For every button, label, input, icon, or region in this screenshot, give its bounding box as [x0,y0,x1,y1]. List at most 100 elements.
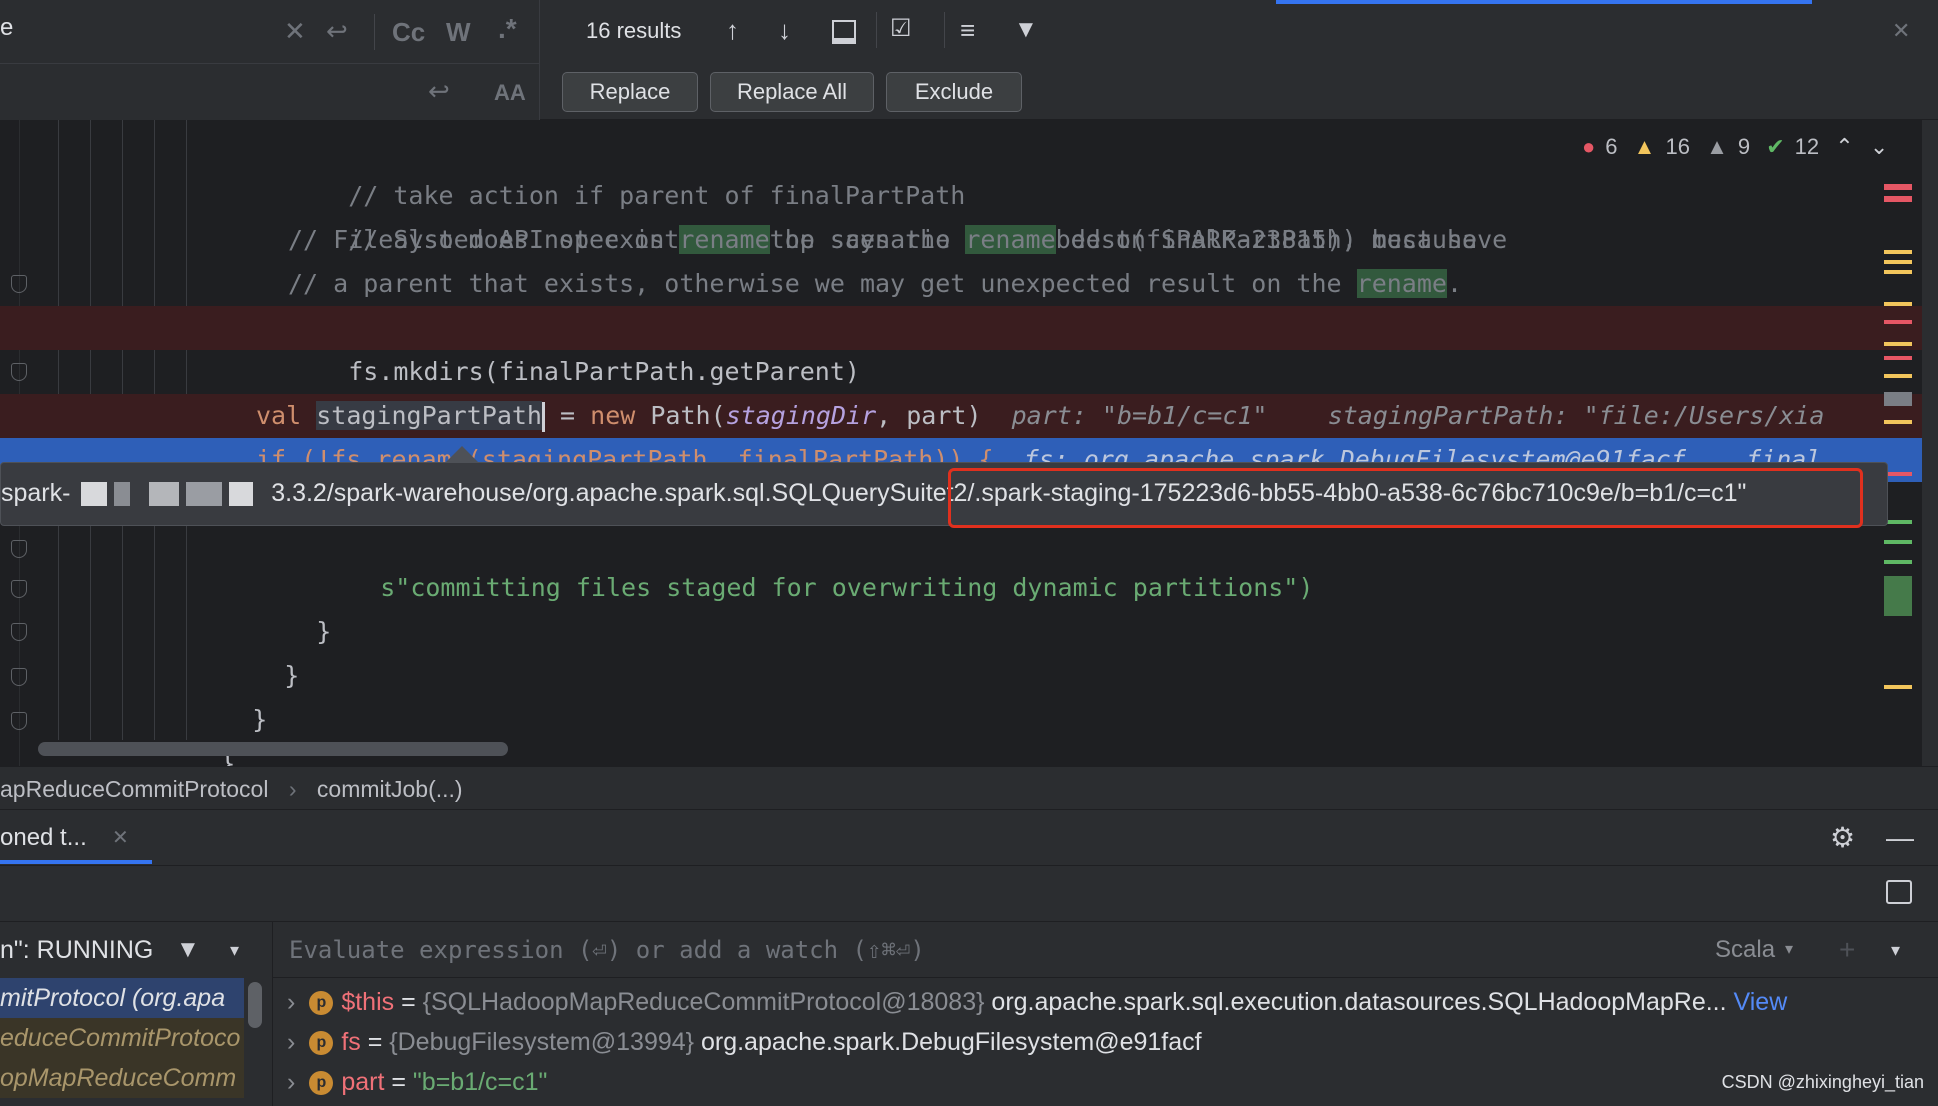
chevron-up-icon[interactable]: ⌃ [1835,134,1853,159]
inspection-widget[interactable]: ● 6 ▲ 16 ▲ 9 ✔ 12 ⌃ ⌄ [1582,130,1898,164]
variable-row[interactable]: › p part = "b=b1/c=c1" [273,1062,1938,1102]
error-stripe-mark[interactable] [1884,320,1912,324]
variable-name: fs [341,1028,361,1056]
chevron-down-icon: ▾ [1785,941,1794,958]
search-input[interactable]: e ✕ ↩ Cc W .* [0,0,540,64]
code-operator: = [545,401,591,430]
warning-stripe-mark[interactable] [1884,374,1912,378]
add-watch-icon[interactable]: + [1839,922,1855,978]
variable-row[interactable]: › p $this = {SQLHadoopMapReduceCommitProto… [273,982,1938,1022]
search-match: rename [965,225,1056,254]
frames-list[interactable]: mitProtocol (org.apa educeCommitProtoco … [0,978,272,1106]
warning-stripe-mark[interactable] [1884,302,1912,306]
code-comment: dest(finalPartPath) must have [1055,225,1508,254]
frames-scrollbar[interactable] [248,982,262,1028]
close-tab-icon[interactable]: ✕ [112,810,129,866]
thread-selector[interactable]: n": RUNNING ▼ ▾ [0,922,272,978]
search-input-text: e [0,14,14,41]
breadcrumb-class[interactable]: apReduceCommitProtocol [0,776,268,802]
separator [944,12,945,48]
redacted-block [186,482,223,507]
code-line-breakpoint: val stagingPartPath = new Path(stagingDi… [0,394,1922,438]
evaluate-expression-input[interactable]: Evaluate expression (⏎) or add a watch (… [289,922,925,978]
warning-stripe-mark[interactable] [1884,420,1912,424]
clear-search-icon[interactable]: ✕ [284,16,306,46]
warning-stripe-mark[interactable] [1884,270,1912,274]
progress-indicator [1276,0,1812,4]
code-call: Path( [635,401,726,430]
new-line-icon[interactable]: ↩ [326,16,348,46]
funnel-icon[interactable]: ▼ [1014,15,1038,45]
preserve-case-icon[interactable]: AA [494,78,526,108]
weak-warning-icon: ▲ [1706,134,1728,159]
debug-session-tab[interactable]: oned t... [0,810,87,866]
horizontal-scrollbar-thumb[interactable] [38,742,508,756]
breadcrumb-method[interactable]: commitJob(...) [317,776,463,802]
code-line: // FileSystem API spec on rename op says… [0,218,1922,262]
match-case-icon[interactable]: Cc [392,17,425,47]
checkmark-icon: ✔ [1766,134,1785,159]
error-stripe-mark[interactable] [1884,196,1912,202]
warning-stripe-mark[interactable] [1884,260,1912,264]
previous-occurrence-icon[interactable]: ↑ [726,15,739,45]
equals-sign: = [394,988,423,1016]
regex-icon[interactable]: .* [498,14,517,44]
watermark: CSDN @zhixingheyi_tian [1721,1072,1924,1092]
tooltip-path: 3.3.2/spark-warehouse/org.apache.spark.s… [271,479,947,507]
filter-search-results-icon[interactable] [832,20,856,44]
next-occurrence-icon[interactable]: ↓ [778,15,791,45]
error-stripe-mark[interactable] [1884,356,1912,360]
frame-item[interactable]: opMapReduceComm [0,1058,244,1098]
dropdown-icon[interactable]: ▾ [230,922,239,978]
words-icon[interactable]: W [446,17,471,47]
code-comment: op says the [769,225,966,254]
replace-all-button[interactable]: Replace All [710,72,874,112]
error-stripe-mark[interactable] [1884,472,1912,476]
language-selector[interactable]: Scala [1715,922,1775,978]
close-find-icon[interactable]: ✕ [1892,16,1910,46]
ok-stripe-mark[interactable] [1884,560,1912,564]
ok-stripe-mark[interactable] [1884,520,1912,524]
minimize-icon[interactable]: — [1886,810,1914,866]
dropdown-icon[interactable]: ▾ [1891,922,1900,978]
expand-chevron-icon[interactable]: › [273,988,295,1016]
select-all-occurrences-icon[interactable]: ☑ [890,14,912,44]
warning-stripe-mark[interactable] [1884,685,1912,689]
new-line-icon[interactable]: ↩ [428,76,450,106]
replace-button[interactable]: Replace [562,72,698,112]
gear-icon[interactable]: ⚙ [1830,810,1855,866]
caret-stripe-mark[interactable] [1884,392,1912,406]
replace-input[interactable]: ↩ AA [0,64,540,120]
parameter: stagingDir [725,401,877,430]
field-icon: p [309,991,334,1016]
code-line: // a parent that exists, otherwise we ma… [0,262,1922,306]
filter-icon[interactable]: ▼ [176,922,200,978]
expand-chevron-icon[interactable]: › [273,1028,295,1056]
exclude-button[interactable]: Exclude [886,72,1022,112]
ok-stripe-mark[interactable] [1884,540,1912,544]
debug-toolbar [0,866,1938,922]
error-stripe-mark[interactable] [1884,184,1912,190]
code-editor[interactable]: // take action if parent of finalPartPat… [0,120,1922,766]
field-icon: p [309,1071,334,1096]
ok-count: 12 [1794,134,1820,159]
filter-lines-icon[interactable]: ≡ [960,15,975,45]
variable-type: {DebugFilesystem@13994} [389,1028,695,1056]
variable-row[interactable]: › p fs = {DebugFilesystem@13994} org.apach… [273,1022,1938,1062]
layout-settings-icon[interactable] [1886,880,1912,904]
chevron-down-icon[interactable]: ⌄ [1870,134,1888,159]
code-line: // also does not exist(e.g. the scenario… [0,174,1922,254]
warning-stripe-mark[interactable] [1884,250,1912,254]
weak-warning-count: 9 [1737,134,1751,159]
variable-value: org.apache.spark.DebugFilesystem@e91facf [694,1028,1202,1056]
ok-stripe-mark[interactable] [1884,576,1912,616]
separator [374,14,375,50]
view-link[interactable]: View [1734,988,1788,1016]
warning-stripe-mark[interactable] [1884,342,1912,346]
variable-type: {SQLHadoopMapReduceCommitProtocol@18083} [422,988,985,1016]
chevron-right-icon: › [288,776,297,802]
expand-chevron-icon[interactable]: › [273,1068,295,1096]
frame-item[interactable]: educeCommitProtoco [0,1018,244,1058]
variable-value: "b=b1/c=c1" [412,1068,548,1096]
frame-item-selected[interactable]: mitProtocol (org.apa [0,978,244,1018]
